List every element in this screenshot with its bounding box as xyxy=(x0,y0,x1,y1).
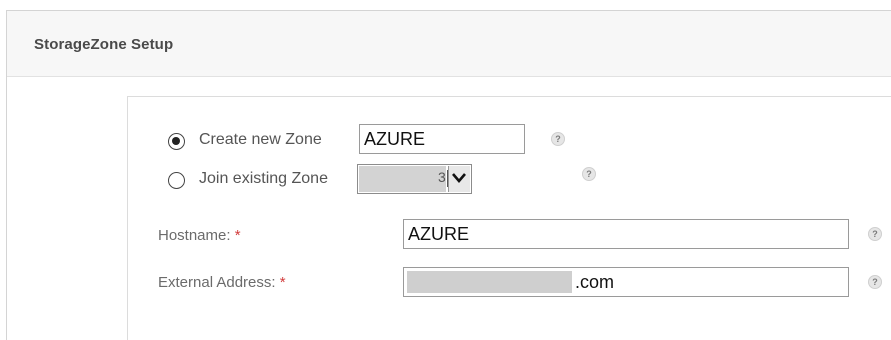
create-zone-radio[interactable] xyxy=(168,133,185,150)
external-address-masked-value xyxy=(407,271,572,293)
help-icon[interactable]: ? xyxy=(868,227,882,241)
create-zone-label: Create new Zone xyxy=(199,131,322,148)
section-header: StorageZone Setup xyxy=(7,11,891,77)
existing-zone-select[interactable]: 3 xyxy=(357,164,472,194)
help-icon[interactable]: ? xyxy=(582,167,596,181)
external-address-input[interactable]: .com xyxy=(403,267,849,297)
new-zone-name-input[interactable] xyxy=(359,124,525,154)
external-address-suffix: .com xyxy=(575,272,615,292)
hostname-input[interactable] xyxy=(403,219,849,249)
chevron-down-icon[interactable] xyxy=(448,166,470,192)
external-address-label: External Address: * xyxy=(158,274,286,291)
help-icon[interactable]: ? xyxy=(551,132,565,146)
required-marker: * xyxy=(279,274,286,291)
hostname-label-text: Hostname: xyxy=(158,227,231,244)
section-title: StorageZone Setup xyxy=(34,36,174,53)
external-address-label-text: External Address: xyxy=(158,274,276,291)
join-zone-label: Join existing Zone xyxy=(199,170,328,187)
join-zone-radio[interactable] xyxy=(168,172,185,189)
existing-zone-visible-fragment: 3 xyxy=(438,169,446,185)
help-icon[interactable]: ? xyxy=(868,275,882,289)
required-marker: * xyxy=(234,227,241,244)
storagezone-setup-page: StorageZone Setup Create new Zone ? Join… xyxy=(0,0,891,340)
hostname-label: Hostname: * xyxy=(158,227,241,244)
existing-zone-masked-value: 3 xyxy=(359,166,446,192)
